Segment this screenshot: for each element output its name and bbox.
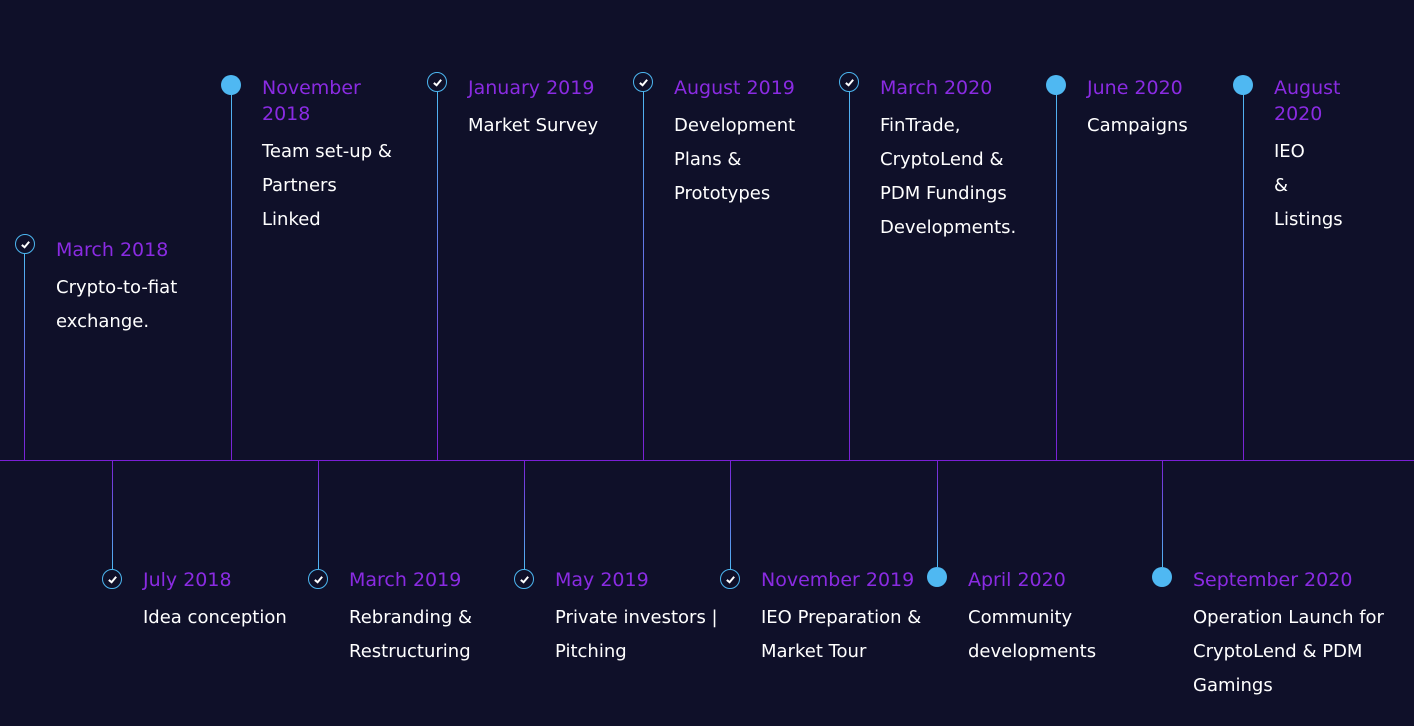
timeline-event: May 2019 Private investors | Pitching (555, 567, 730, 669)
event-description: Development Plans & Prototypes (674, 115, 796, 204)
timeline-axis (0, 460, 1414, 461)
dot-icon (221, 75, 241, 95)
dot-icon (1233, 75, 1253, 95)
event-date: November 2018 (262, 77, 361, 125)
event-date: April 2020 (968, 569, 1066, 591)
timeline-event: April 2020 Community developments (968, 567, 1118, 669)
connector-line (437, 92, 438, 460)
event-date: November 2019 (761, 569, 915, 591)
event-description: Crypto-to-fiat exchange. (56, 277, 178, 332)
event-description: Private investors | Pitching (555, 607, 718, 662)
timeline-event: July 2018 Idea conception (143, 567, 308, 635)
connector-line (643, 92, 644, 460)
connector-line (524, 461, 525, 569)
connector-line (849, 92, 850, 460)
connector-line (1056, 94, 1057, 460)
check-icon (15, 234, 35, 254)
event-description: Community developments (968, 607, 1097, 662)
connector-line (231, 94, 232, 460)
timeline-event: August 2019 Development Plans & Prototyp… (674, 75, 814, 211)
dot-icon (1152, 567, 1172, 587)
timeline-event: August 2020 IEO & Listings (1274, 75, 1364, 237)
check-icon (308, 569, 328, 589)
dot-icon (927, 567, 947, 587)
event-description: Rebranding & Restructuring (349, 607, 473, 662)
event-description: Team set-up & Partners Linked (262, 141, 392, 230)
check-icon (427, 72, 447, 92)
timeline-event: March 2020 FinTrade, CryptoLend & PDM Fu… (880, 75, 1045, 245)
event-description: IEO Preparation & Market Tour (761, 607, 922, 662)
timeline-event: September 2020 Operation Launch for Cryp… (1193, 567, 1403, 703)
timeline-event: March 2018 Crypto-to-fiat exchange. (56, 237, 206, 339)
connector-line (1243, 94, 1244, 460)
timeline-event: January 2019 Market Survey (468, 75, 628, 143)
event-description: IEO & Listings (1274, 141, 1343, 230)
event-description: Campaigns (1087, 115, 1188, 136)
event-date: August 2019 (674, 77, 795, 99)
check-icon (720, 569, 740, 589)
check-icon (102, 569, 122, 589)
timeline-event: March 2019 Rebranding & Restructuring (349, 567, 499, 669)
event-description: Idea conception (143, 607, 287, 628)
connector-line (937, 461, 938, 567)
event-description: Market Survey (468, 115, 599, 136)
event-description: Operation Launch for CryptoLend & PDM Ga… (1193, 607, 1384, 696)
event-date: May 2019 (555, 569, 649, 591)
event-date: August 2020 (1274, 77, 1341, 125)
event-date: July 2018 (143, 569, 232, 591)
connector-line (24, 254, 25, 460)
check-icon (839, 72, 859, 92)
connector-line (112, 461, 113, 569)
event-date: September 2020 (1193, 569, 1353, 591)
event-date: January 2019 (468, 77, 595, 99)
event-date: March 2019 (349, 569, 462, 591)
timeline-event: June 2020 Campaigns (1087, 75, 1227, 143)
event-description: FinTrade, CryptoLend & PDM Fundings Deve… (880, 115, 1017, 238)
connector-line (730, 461, 731, 569)
connector-line (318, 461, 319, 569)
dot-icon (1046, 75, 1066, 95)
event-date: June 2020 (1087, 77, 1183, 99)
timeline-event: November 2018 Team set-up & Partners Lin… (262, 75, 392, 237)
check-icon (514, 569, 534, 589)
event-date: March 2018 (56, 239, 169, 261)
check-icon (633, 72, 653, 92)
connector-line (1162, 461, 1163, 567)
event-date: March 2020 (880, 77, 993, 99)
timeline-event: November 2019 IEO Preparation & Market T… (761, 567, 951, 669)
